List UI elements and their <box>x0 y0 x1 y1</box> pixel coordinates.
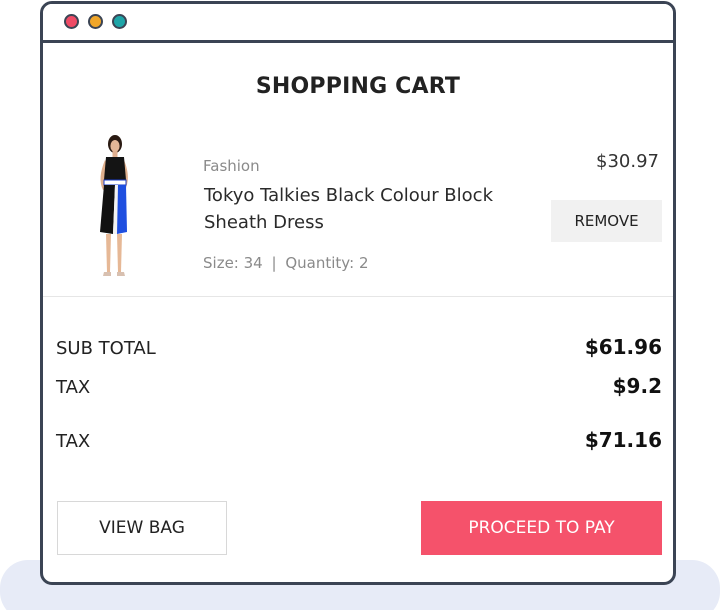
total-label: TAX <box>56 431 91 452</box>
total-value: $71.16 <box>584 428 662 452</box>
size-label: Size: <box>203 254 239 272</box>
product-name[interactable]: Tokyo Talkies Black Colour Block Sheath … <box>204 182 534 236</box>
quantity-label: Quantity: <box>285 254 355 272</box>
quantity-value: 2 <box>358 254 369 272</box>
maximize-window-dot[interactable] <box>112 14 127 29</box>
window-titlebar <box>43 4 673 43</box>
close-window-dot[interactable] <box>64 14 79 29</box>
subtotal-label: SUB TOTAL <box>56 338 156 359</box>
product-category: Fashion <box>203 157 260 175</box>
cart-window: SHOPPING CART Fashion Tokyo Talkies Blac… <box>40 1 676 585</box>
tax-label: TAX <box>56 377 91 398</box>
proceed-to-pay-button[interactable]: PROCEED TO PAY <box>421 501 662 555</box>
tax-value: $9.2 <box>612 374 662 398</box>
product-price: $30.97 <box>596 151 659 172</box>
stage: SHOPPING CART Fashion Tokyo Talkies Blac… <box>0 0 720 610</box>
product-image[interactable] <box>91 132 135 282</box>
subtotal-value: $61.96 <box>584 335 662 359</box>
size-value: 34 <box>243 254 263 272</box>
total-row: TAX $71.16 <box>56 424 662 454</box>
meta-separator: | <box>271 254 277 272</box>
minimize-window-dot[interactable] <box>88 14 103 29</box>
page-title: SHOPPING CART <box>255 74 461 99</box>
subtotal-row: SUB TOTAL $61.96 <box>56 331 662 361</box>
remove-button[interactable]: REMOVE <box>551 200 662 242</box>
tax-row: TAX $9.2 <box>56 370 662 400</box>
product-meta: Size: 34 | Quantity: 2 <box>203 254 368 272</box>
section-divider <box>43 296 673 297</box>
view-bag-button[interactable]: VIEW BAG <box>57 501 227 555</box>
